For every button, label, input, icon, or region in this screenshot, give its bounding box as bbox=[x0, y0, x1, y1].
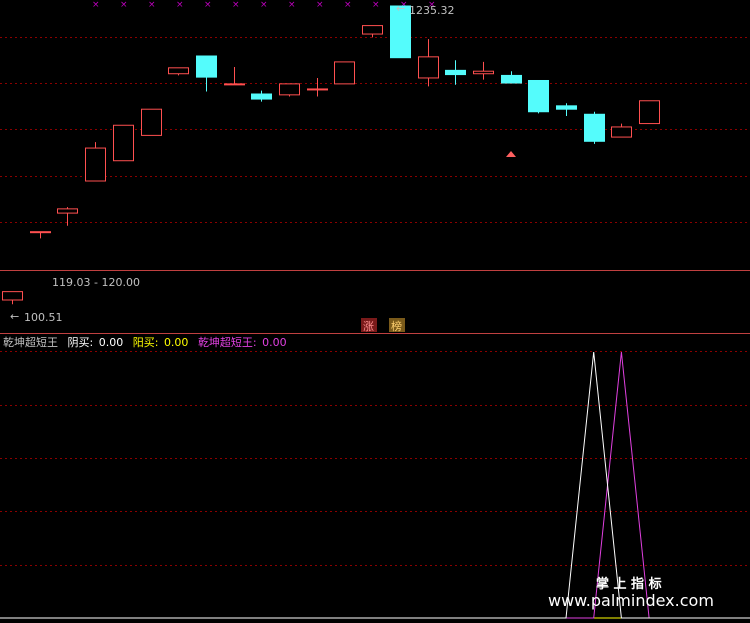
candle-body bbox=[528, 79, 549, 113]
candle-body bbox=[639, 100, 660, 125]
candle-body bbox=[584, 113, 605, 142]
candle-body bbox=[473, 70, 494, 75]
candle-body bbox=[196, 55, 217, 78]
high-price-arrow: ← bbox=[396, 2, 405, 15]
top-marker-0: × bbox=[92, 0, 100, 10]
legend-yangmai-value: 0.00 bbox=[164, 336, 189, 349]
candle-body bbox=[501, 74, 522, 84]
candle bbox=[528, 79, 549, 114]
badge-bang-text: 榜 bbox=[391, 319, 402, 333]
top-marker-1: × bbox=[120, 0, 128, 10]
candle bbox=[584, 111, 605, 144]
range-label: 119.03 - 120.00 bbox=[52, 276, 140, 289]
candle-body bbox=[445, 69, 466, 76]
candle bbox=[141, 108, 162, 136]
top-marker-4: × bbox=[204, 0, 212, 10]
candle-body bbox=[418, 56, 439, 79]
chart-canvas: × × × × × × × × × × × × × ← 1235.32 119.03 - 120.00 … bbox=[0, 0, 750, 623]
top-marker-10: × bbox=[372, 0, 380, 10]
sub-legend: 乾坤超短王 阴买: 0.00 阳买: 0.00 乾坤超短王: 0.00 bbox=[3, 335, 287, 349]
top-marker-2: × bbox=[148, 0, 156, 10]
watermark-url: www.palmindex.com bbox=[548, 591, 714, 610]
candle-body bbox=[2, 291, 23, 301]
candle-body bbox=[611, 126, 632, 138]
legend-yangmai-label: 阳买: bbox=[133, 336, 159, 349]
candle bbox=[113, 124, 134, 162]
candle-body bbox=[362, 25, 383, 35]
badge-zhang-text: 涨 bbox=[363, 320, 374, 333]
candle-body bbox=[279, 83, 300, 96]
low-price-arrow: ← bbox=[10, 310, 19, 323]
top-marker-8: × bbox=[316, 0, 324, 10]
candle bbox=[639, 100, 660, 125]
watermark-title: 掌 上 指 标 bbox=[596, 576, 662, 592]
legend-indicator-label: 乾坤超短王: bbox=[198, 335, 257, 349]
candle-body bbox=[334, 61, 355, 85]
candle-body bbox=[85, 147, 106, 182]
legend-indicator-value: 0.00 bbox=[262, 336, 287, 349]
candle bbox=[85, 142, 106, 182]
top-marker-6: × bbox=[260, 0, 268, 10]
candle-body bbox=[57, 208, 78, 214]
candle-body bbox=[307, 88, 328, 91]
badge-bang[interactable]: 榜 bbox=[389, 318, 405, 333]
legend-yinmai-value: 0.00 bbox=[99, 336, 124, 349]
candle-body bbox=[224, 83, 245, 86]
top-marker-3: × bbox=[176, 0, 184, 10]
candle-body bbox=[556, 105, 577, 110]
candle-body bbox=[113, 124, 134, 162]
top-marker-5: × bbox=[232, 0, 240, 10]
candle-body bbox=[30, 231, 51, 234]
low-price-value: 100.51 bbox=[24, 311, 63, 324]
top-marker-9: × bbox=[344, 0, 352, 10]
legend-yinmai-label: 阴买: bbox=[68, 336, 94, 349]
candle-body bbox=[141, 108, 162, 136]
chart-background bbox=[0, 0, 750, 623]
top-marker-7: × bbox=[288, 0, 296, 10]
high-price-value: 1235.32 bbox=[409, 4, 455, 17]
candle bbox=[279, 83, 300, 97]
candle-body bbox=[168, 67, 189, 75]
candle-body bbox=[251, 93, 272, 100]
candle bbox=[334, 61, 355, 85]
badge-zhang[interactable]: 涨 bbox=[361, 318, 377, 333]
low-price-label: ← 100.51 bbox=[10, 310, 63, 324]
high-price-label: ← 1235.32 bbox=[396, 2, 455, 17]
legend-name: 乾坤超短王 bbox=[3, 335, 58, 349]
